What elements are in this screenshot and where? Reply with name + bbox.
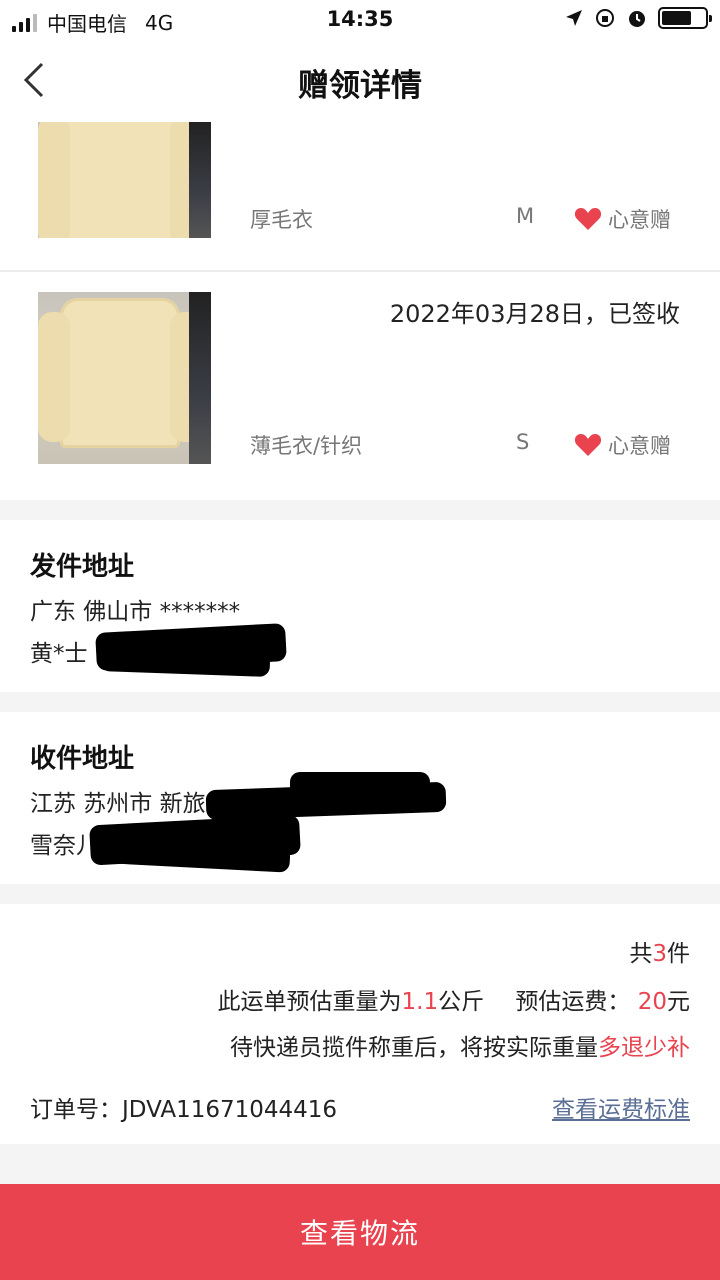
item-thumbnail [38, 292, 211, 464]
order-number: 订单号：JDVA11671044416 [30, 1090, 337, 1124]
view-logistics-button[interactable]: 查看物流 [0, 1184, 720, 1280]
item-size: M [516, 204, 535, 228]
receiver-region: 江苏 苏州市 新旅 [30, 791, 206, 817]
heart-icon [574, 208, 602, 230]
item-thumbnail [38, 122, 211, 238]
orientation-lock-icon [596, 9, 614, 27]
nav-bar: 赠领详情 [0, 40, 720, 122]
item-count-prefix: 共 [629, 941, 653, 967]
item-count-suffix: 件 [667, 941, 690, 967]
item-size: S [516, 430, 530, 454]
fee-standard-link[interactable]: 查看运费标准 [552, 1090, 690, 1124]
item-status: 2022年03月28日，已签收 [389, 300, 680, 328]
fee-prefix: 预估运费： [515, 989, 631, 1015]
weight-fee-line: 此运单预估重量为1.1公斤 预估运费： 20元 [218, 982, 690, 1016]
order-number-label: 订单号： [30, 1097, 122, 1123]
weight-prefix: 此运单预估重量为 [217, 989, 402, 1015]
fee-value: 20 [637, 989, 667, 1015]
sender-address-title: 发件地址 [30, 552, 135, 582]
status-right [564, 7, 712, 29]
item-name: 薄毛衣/针织 [250, 434, 363, 458]
sender-address-section: 发件地址 广东 佛山市 ******* 黄*士 1 [0, 520, 720, 692]
note-highlight: 多退少补 [598, 1035, 690, 1061]
sender-region: 广东 佛山市 ******* [30, 599, 241, 625]
page-title: 赠领详情 [298, 68, 422, 104]
note-prefix: 待快递员揽件称重后，将按实际重量 [230, 1035, 598, 1061]
redaction-mark [290, 772, 430, 802]
item-count-value: 3 [652, 941, 667, 967]
item-count: 共3件 [629, 934, 690, 968]
receiver-contact: 雪奈儿 [30, 833, 99, 859]
battery-icon [658, 7, 712, 29]
order-summary: 共3件 此运单预估重量为1.1公斤 预估运费： 20元 待快递员揽件称重后，将按… [0, 904, 720, 1144]
alarm-icon [629, 11, 645, 27]
item-tag: 心意赠 [574, 430, 671, 460]
item-tag: 心意赠 [574, 204, 671, 234]
heart-icon [574, 434, 602, 456]
order-number-value: JDVA11671044416 [122, 1097, 338, 1123]
receiver-address-title: 收件地址 [30, 744, 135, 774]
gift-item[interactable]: 厚毛衣 M 心意赠 [0, 122, 720, 270]
weight-unit: 公斤 [438, 989, 485, 1015]
location-arrow-icon [566, 10, 582, 26]
status-bar: 中国电信 4G 14:35 [0, 0, 720, 40]
weight-value: 1.1 [401, 989, 439, 1015]
item-tag-label: 心意赠 [608, 434, 671, 458]
weight-note: 待快递员揽件称重后，将按实际重量多退少补 [230, 1028, 690, 1062]
item-name: 厚毛衣 [250, 208, 313, 232]
gift-item[interactable]: 2022年03月28日，已签收 薄毛衣/针织 S 心意赠 [0, 272, 720, 500]
receiver-address-section: 收件地址 江苏 苏州市 新旅 雪奈儿 [0, 712, 720, 884]
redaction-mark [99, 643, 271, 677]
fee-unit: 元 [667, 989, 690, 1015]
item-tag-label: 心意赠 [608, 208, 671, 232]
